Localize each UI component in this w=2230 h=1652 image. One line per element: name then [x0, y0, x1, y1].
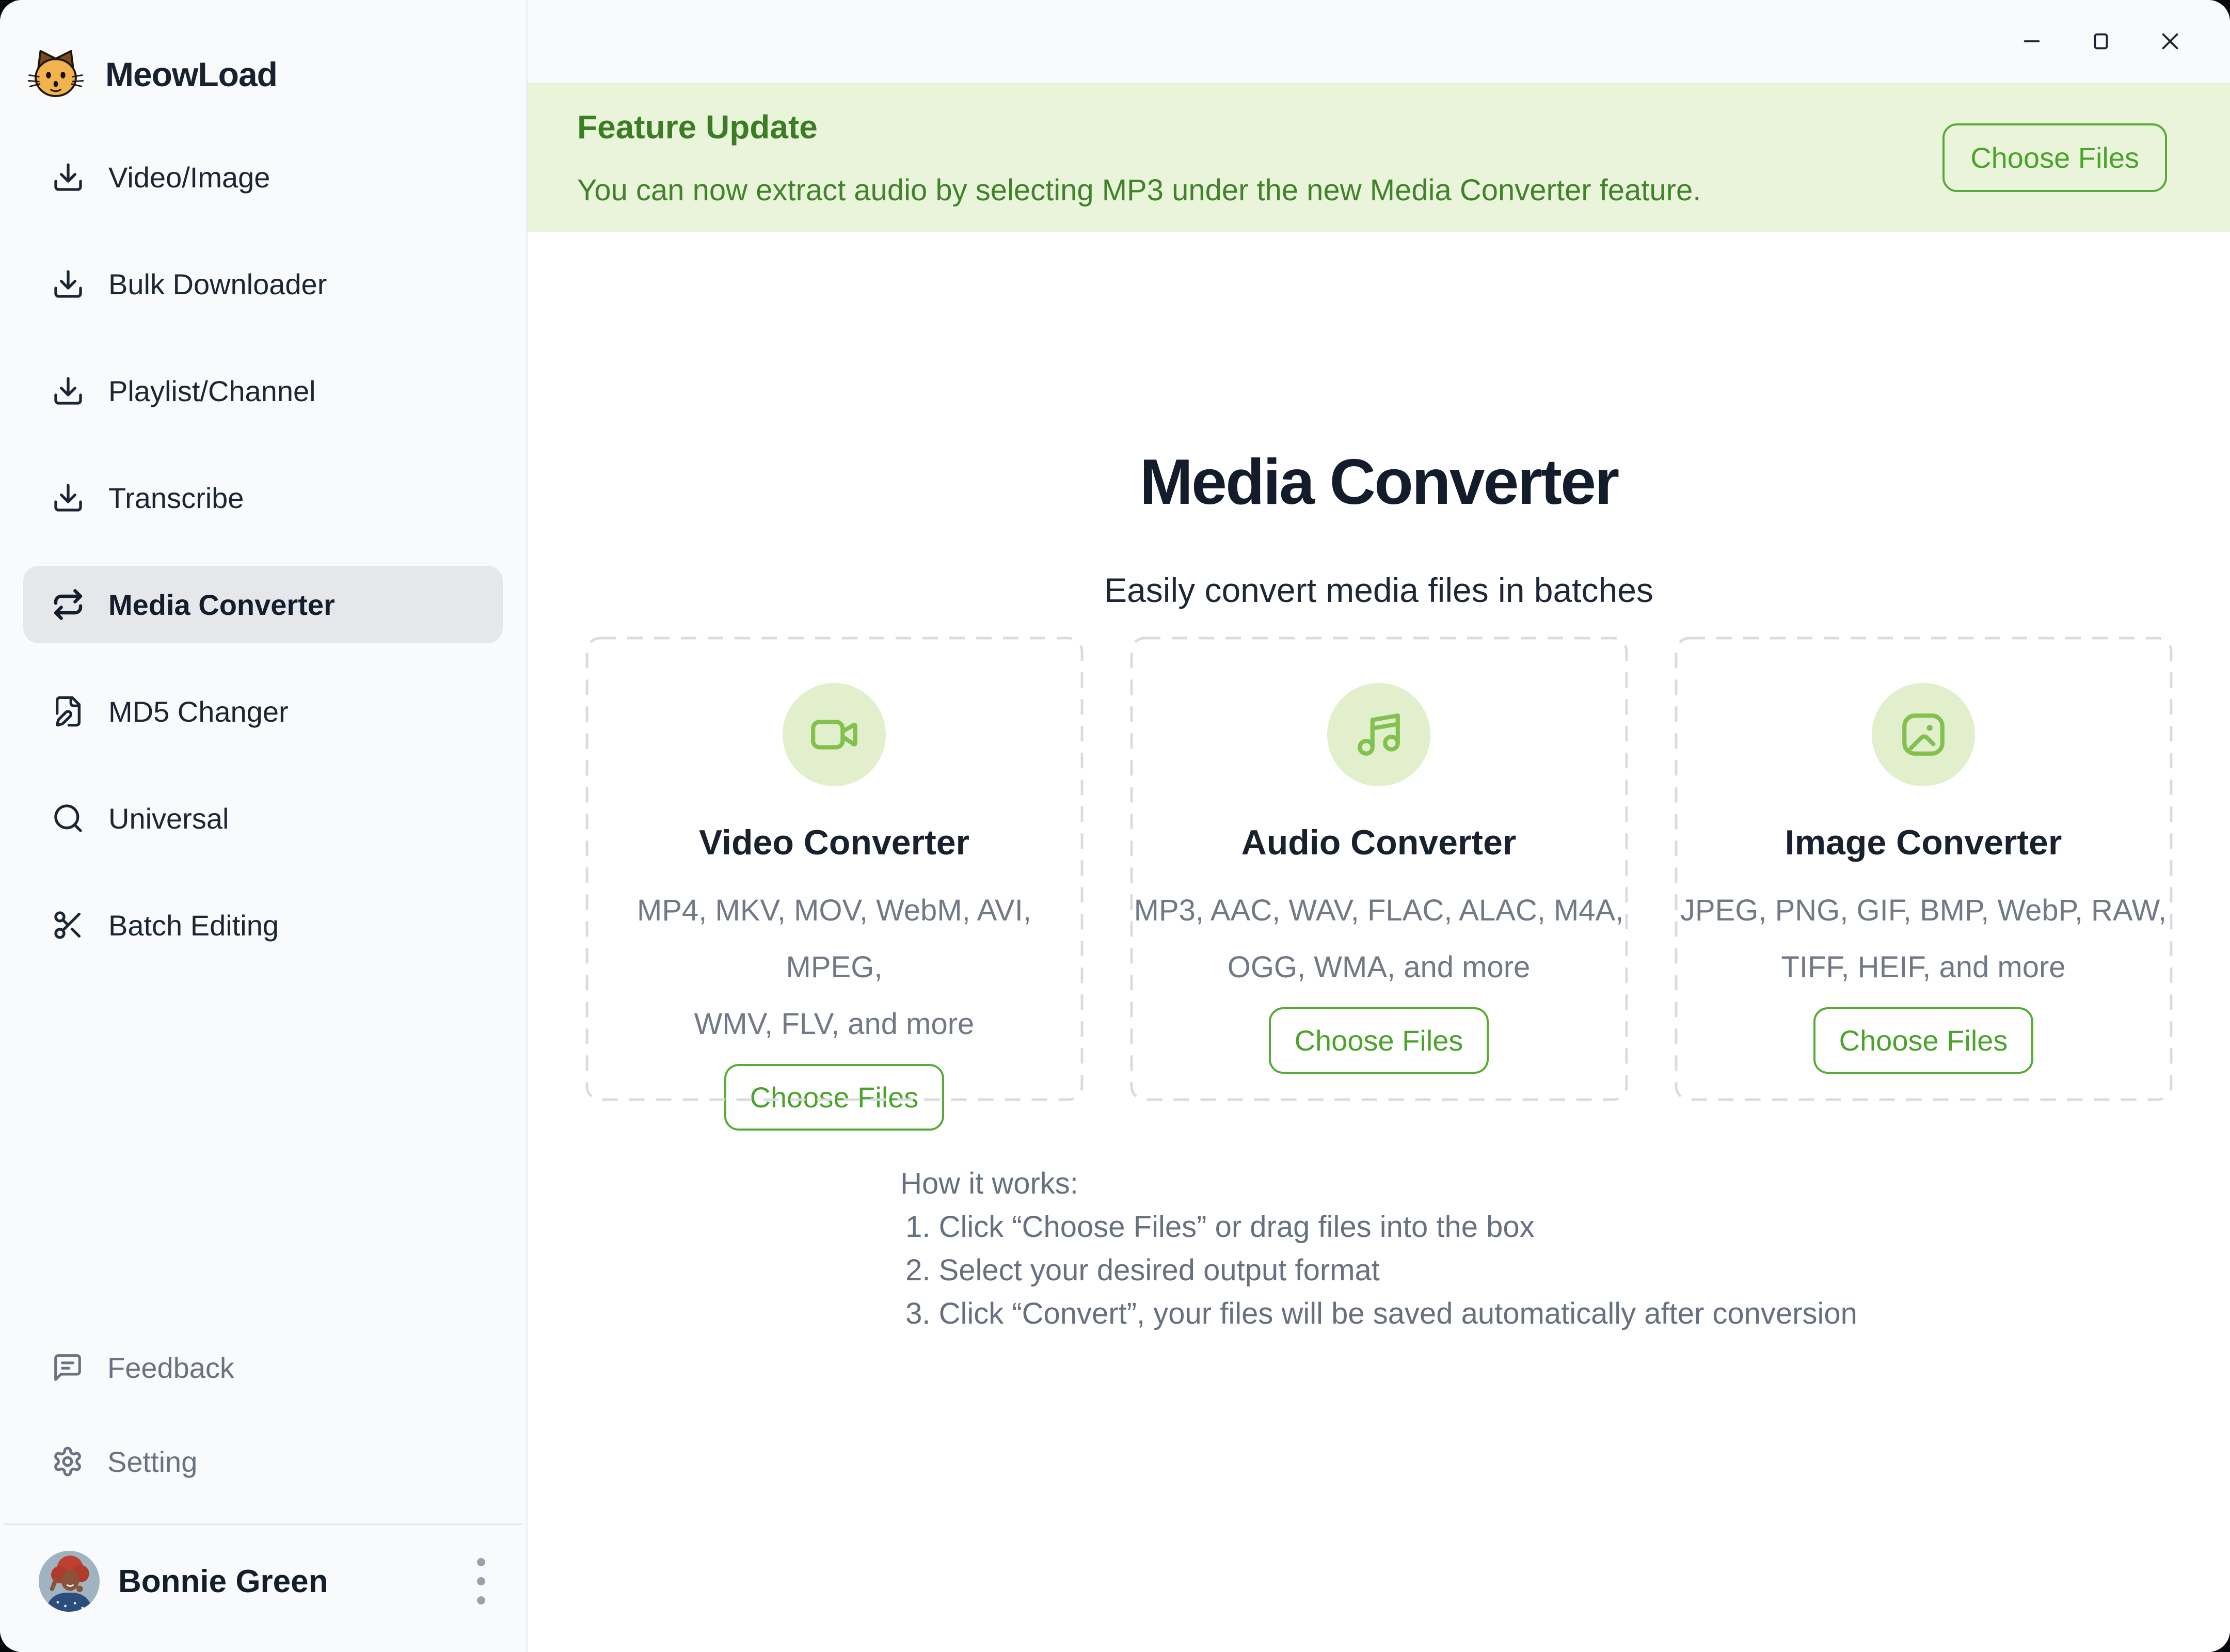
audio-choose-files-button[interactable]: Choose Files: [1269, 1007, 1489, 1074]
sidebar-item-label: Setting: [107, 1445, 197, 1479]
how-it-works-step: 1. Click “Choose Files” or drag files in…: [905, 1205, 1857, 1249]
sidebar-item-label: Transcribe: [108, 481, 244, 515]
video-camera-icon: [809, 709, 859, 760]
app-brand: MeowLoad: [0, 0, 526, 103]
banner-text: Feature Update You can now extract audio…: [577, 108, 1701, 208]
media-converter-page: Media Converter Easily convert media fil…: [528, 232, 2230, 1652]
file-pen-icon: [52, 695, 85, 728]
avatar: [39, 1551, 100, 1612]
how-it-works-step: 3. Click “Convert”, your files will be s…: [905, 1292, 1857, 1336]
sidebar-item-playlist-channel[interactable]: Playlist/Channel: [23, 352, 503, 430]
converter-cards: Video Converter MP4, MKV, MOV, WebM, AVI…: [585, 637, 2173, 1101]
sidebar-item-label: Bulk Downloader: [108, 267, 327, 301]
sidebar-item-feedback[interactable]: Feedback: [23, 1329, 503, 1406]
card-formats: JPEG, PNG, GIF, BMP, WebP, RAW, TIFF, HE…: [1680, 882, 2167, 996]
app-title: MeowLoad: [105, 55, 277, 94]
user-name: Bonnie Green: [118, 1563, 328, 1600]
sidebar-item-setting[interactable]: Setting: [23, 1423, 503, 1500]
app-window: MeowLoad Video/Image Bulk Downloader Pla…: [0, 0, 2230, 1652]
sidebar-item-label: Universal: [108, 802, 229, 835]
formats-line: WMV, FLV, and more: [585, 996, 1084, 1053]
formats-line: TIFF, HEIF, and more: [1680, 939, 2167, 996]
sidebar-item-media-converter[interactable]: Media Converter: [23, 566, 503, 643]
sidebar-item-md5-changer[interactable]: MD5 Changer: [23, 673, 503, 750]
page-subtitle: Easily convert media files in batches: [1104, 570, 1653, 610]
cat-logo-icon: [27, 45, 85, 103]
formats-line: MP3, AAC, WAV, FLAC, ALAC, M4A,: [1134, 882, 1624, 939]
scissors-icon: [52, 909, 85, 942]
sidebar-item-label: MD5 Changer: [108, 695, 289, 728]
sidebar-footer: Feedback Setting: [0, 1329, 526, 1500]
music-note-icon: [1353, 709, 1404, 760]
sidebar-item-batch-editing[interactable]: Batch Editing: [23, 886, 503, 964]
sidebar-item-label: Video/Image: [108, 161, 270, 194]
user-row: Bonnie Green: [0, 1525, 526, 1652]
maximize-button[interactable]: [2086, 27, 2115, 56]
audio-icon-circle: [1327, 683, 1430, 786]
audio-converter-card[interactable]: Audio Converter MP3, AAC, WAV, FLAC, ALA…: [1130, 637, 1628, 1101]
page-title: Media Converter: [1140, 444, 1618, 521]
search-icon: [52, 802, 85, 835]
main-area: Feature Update You can now extract audio…: [528, 0, 2230, 1652]
how-it-works: How it works: 1. Click “Choose Files” or…: [900, 1162, 1857, 1336]
image-icon: [1898, 709, 1949, 760]
download-icon: [52, 267, 85, 300]
repeat-icon: [52, 588, 85, 621]
formats-line: MP4, MKV, MOV, WebM, AVI, MPEG,: [585, 882, 1084, 996]
banner-message: You can now extract audio by selecting M…: [577, 173, 1701, 208]
titlebar: [528, 0, 2230, 83]
user-menu-kebab-icon[interactable]: [463, 1553, 499, 1610]
video-converter-card[interactable]: Video Converter MP4, MKV, MOV, WebM, AVI…: [585, 637, 1084, 1101]
how-it-works-step: 2. Select your desired output format: [905, 1249, 1857, 1292]
sidebar-item-transcribe[interactable]: Transcribe: [23, 459, 503, 536]
download-icon: [52, 481, 85, 514]
formats-line: JPEG, PNG, GIF, BMP, WebP, RAW,: [1680, 882, 2167, 939]
card-formats: MP3, AAC, WAV, FLAC, ALAC, M4A, OGG, WMA…: [1134, 882, 1624, 996]
sidebar-nav: Video/Image Bulk Downloader Playlist/Cha…: [0, 138, 526, 964]
video-choose-files-button[interactable]: Choose Files: [724, 1064, 945, 1131]
feedback-bubble-icon: [52, 1352, 84, 1384]
sidebar-item-video-image[interactable]: Video/Image: [23, 138, 503, 216]
card-formats: MP4, MKV, MOV, WebM, AVI, MPEG, WMV, FLV…: [585, 882, 1084, 1053]
sidebar-item-label: Playlist/Channel: [108, 374, 316, 408]
how-it-works-title: How it works:: [900, 1162, 1857, 1205]
image-icon-circle: [1872, 683, 1975, 786]
sidebar: MeowLoad Video/Image Bulk Downloader Pla…: [0, 0, 528, 1652]
sidebar-item-bulk-downloader[interactable]: Bulk Downloader: [23, 245, 503, 323]
gear-icon: [52, 1446, 84, 1478]
close-button[interactable]: [2156, 27, 2185, 56]
image-converter-card[interactable]: Image Converter JPEG, PNG, GIF, BMP, Web…: [1675, 637, 2173, 1101]
video-icon-circle: [783, 683, 886, 786]
sidebar-item-label: Batch Editing: [108, 909, 279, 942]
banner-title: Feature Update: [577, 108, 1701, 146]
sidebar-item-label: Media Converter: [108, 588, 335, 622]
card-title: Image Converter: [1785, 822, 2062, 863]
download-icon: [52, 374, 85, 407]
banner-choose-files-button[interactable]: Choose Files: [1942, 123, 2167, 192]
image-choose-files-button[interactable]: Choose Files: [1813, 1007, 2034, 1074]
card-title: Video Converter: [699, 822, 969, 863]
download-icon: [52, 161, 85, 194]
feature-update-banner: Feature Update You can now extract audio…: [528, 83, 2230, 232]
formats-line: OGG, WMA, and more: [1134, 939, 1624, 996]
minimize-button[interactable]: [2017, 27, 2046, 56]
sidebar-item-universal[interactable]: Universal: [23, 780, 503, 857]
card-title: Audio Converter: [1241, 822, 1517, 863]
sidebar-item-label: Feedback: [107, 1351, 234, 1385]
